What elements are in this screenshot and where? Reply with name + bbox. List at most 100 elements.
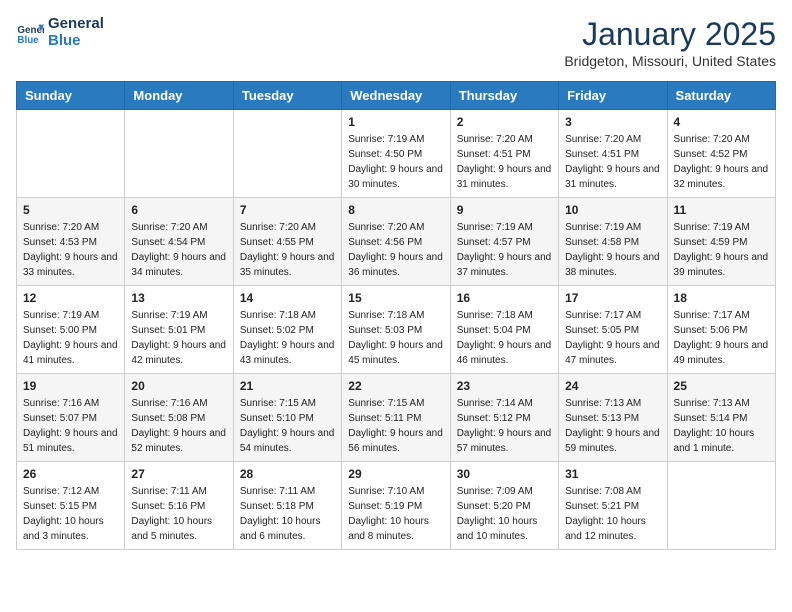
day-number: 14 <box>240 291 335 305</box>
day-number: 15 <box>348 291 443 305</box>
calendar-cell: 25 Sunrise: 7:13 AM Sunset: 5:14 PM Dayli… <box>667 374 775 462</box>
calendar-cell: 4 Sunrise: 7:20 AM Sunset: 4:52 PM Daylig… <box>667 110 775 198</box>
calendar-cell: 6 Sunrise: 7:20 AM Sunset: 4:54 PM Daylig… <box>125 198 233 286</box>
calendar-cell: 19 Sunrise: 7:16 AM Sunset: 5:07 PM Dayli… <box>17 374 125 462</box>
calendar-week-2: 5 Sunrise: 7:20 AM Sunset: 4:53 PM Daylig… <box>17 198 776 286</box>
title-block: January 2025 Bridgeton, Missouri, United… <box>564 16 776 69</box>
day-info: Sunrise: 7:15 AM Sunset: 5:11 PM Dayligh… <box>348 396 443 456</box>
location: Bridgeton, Missouri, United States <box>564 53 776 69</box>
day-info: Sunrise: 7:17 AM Sunset: 5:05 PM Dayligh… <box>565 308 660 368</box>
day-info: Sunrise: 7:16 AM Sunset: 5:07 PM Dayligh… <box>23 396 118 456</box>
day-number: 10 <box>565 203 660 217</box>
day-info: Sunrise: 7:19 AM Sunset: 4:58 PM Dayligh… <box>565 220 660 280</box>
day-number: 8 <box>348 203 443 217</box>
day-number: 17 <box>565 291 660 305</box>
day-number: 3 <box>565 115 660 129</box>
day-number: 1 <box>348 115 443 129</box>
calendar-cell: 17 Sunrise: 7:17 AM Sunset: 5:05 PM Dayli… <box>559 286 667 374</box>
calendar-week-4: 19 Sunrise: 7:16 AM Sunset: 5:07 PM Dayli… <box>17 374 776 462</box>
weekday-header-row: SundayMondayTuesdayWednesdayThursdayFrid… <box>17 82 776 110</box>
day-info: Sunrise: 7:11 AM Sunset: 5:16 PM Dayligh… <box>131 484 226 544</box>
logo-blue: Blue <box>48 33 104 50</box>
calendar-cell: 20 Sunrise: 7:16 AM Sunset: 5:08 PM Dayli… <box>125 374 233 462</box>
calendar-cell: 27 Sunrise: 7:11 AM Sunset: 5:16 PM Dayli… <box>125 462 233 550</box>
calendar-cell: 21 Sunrise: 7:15 AM Sunset: 5:10 PM Dayli… <box>233 374 341 462</box>
weekday-header-wednesday: Wednesday <box>342 82 450 110</box>
day-number: 18 <box>674 291 769 305</box>
day-info: Sunrise: 7:16 AM Sunset: 5:08 PM Dayligh… <box>131 396 226 456</box>
day-number: 25 <box>674 379 769 393</box>
day-number: 23 <box>457 379 552 393</box>
day-info: Sunrise: 7:13 AM Sunset: 5:13 PM Dayligh… <box>565 396 660 456</box>
day-number: 4 <box>674 115 769 129</box>
day-info: Sunrise: 7:19 AM Sunset: 5:00 PM Dayligh… <box>23 308 118 368</box>
day-number: 20 <box>131 379 226 393</box>
calendar-cell <box>17 110 125 198</box>
day-info: Sunrise: 7:20 AM Sunset: 4:53 PM Dayligh… <box>23 220 118 280</box>
calendar-cell: 7 Sunrise: 7:20 AM Sunset: 4:55 PM Daylig… <box>233 198 341 286</box>
logo: General Blue General Blue <box>16 16 104 49</box>
day-info: Sunrise: 7:18 AM Sunset: 5:02 PM Dayligh… <box>240 308 335 368</box>
calendar-cell: 1 Sunrise: 7:19 AM Sunset: 4:50 PM Daylig… <box>342 110 450 198</box>
day-info: Sunrise: 7:20 AM Sunset: 4:54 PM Dayligh… <box>131 220 226 280</box>
calendar-cell: 26Sunrise: 7:12 AM Sunset: 5:15 PM Dayli… <box>17 462 125 550</box>
day-info: Sunrise: 7:19 AM Sunset: 5:01 PM Dayligh… <box>131 308 226 368</box>
day-number: 29 <box>348 467 443 481</box>
day-info: Sunrise: 7:19 AM Sunset: 4:50 PM Dayligh… <box>348 132 443 192</box>
day-info: Sunrise: 7:20 AM Sunset: 4:56 PM Dayligh… <box>348 220 443 280</box>
calendar-week-3: 12 Sunrise: 7:19 AM Sunset: 5:00 PM Dayli… <box>17 286 776 374</box>
weekday-header-monday: Monday <box>125 82 233 110</box>
day-info: Sunrise: 7:20 AM Sunset: 4:52 PM Dayligh… <box>674 132 769 192</box>
day-number: 9 <box>457 203 552 217</box>
day-number: 13 <box>131 291 226 305</box>
calendar-week-1: 1 Sunrise: 7:19 AM Sunset: 4:50 PM Daylig… <box>17 110 776 198</box>
day-number: 5 <box>23 203 118 217</box>
day-info: Sunrise: 7:11 AM Sunset: 5:18 PM Dayligh… <box>240 484 335 544</box>
day-info: Sunrise: 7:12 AM Sunset: 5:15 PM Dayligh… <box>23 484 118 544</box>
calendar-cell: 24Sunrise: 7:13 AM Sunset: 5:13 PM Dayli… <box>559 374 667 462</box>
calendar-week-5: 26Sunrise: 7:12 AM Sunset: 5:15 PM Dayli… <box>17 462 776 550</box>
day-number: 12 <box>23 291 118 305</box>
calendar-cell: 15 Sunrise: 7:18 AM Sunset: 5:03 PM Dayli… <box>342 286 450 374</box>
day-number: 21 <box>240 379 335 393</box>
day-number: 7 <box>240 203 335 217</box>
calendar-cell: 22 Sunrise: 7:15 AM Sunset: 5:11 PM Dayli… <box>342 374 450 462</box>
calendar-cell <box>233 110 341 198</box>
calendar-cell: 14 Sunrise: 7:18 AM Sunset: 5:02 PM Dayli… <box>233 286 341 374</box>
logo-icon: General Blue <box>16 19 44 47</box>
day-info: Sunrise: 7:20 AM Sunset: 4:55 PM Dayligh… <box>240 220 335 280</box>
day-info: Sunrise: 7:13 AM Sunset: 5:14 PM Dayligh… <box>674 396 769 456</box>
calendar-cell: 29Sunrise: 7:10 AM Sunset: 5:19 PM Dayli… <box>342 462 450 550</box>
month-title: January 2025 <box>564 16 776 53</box>
calendar-cell <box>667 462 775 550</box>
calendar-cell: 11 Sunrise: 7:19 AM Sunset: 4:59 PM Dayli… <box>667 198 775 286</box>
weekday-header-friday: Friday <box>559 82 667 110</box>
day-number: 31 <box>565 467 660 481</box>
calendar-cell: 31 Sunrise: 7:08 AM Sunset: 5:21 PM Dayli… <box>559 462 667 550</box>
calendar-cell: 28Sunrise: 7:11 AM Sunset: 5:18 PM Dayli… <box>233 462 341 550</box>
day-info: Sunrise: 7:14 AM Sunset: 5:12 PM Dayligh… <box>457 396 552 456</box>
calendar-cell: 8 Sunrise: 7:20 AM Sunset: 4:56 PM Daylig… <box>342 198 450 286</box>
day-number: 16 <box>457 291 552 305</box>
calendar-cell: 30Sunrise: 7:09 AM Sunset: 5:20 PM Dayli… <box>450 462 558 550</box>
weekday-header-saturday: Saturday <box>667 82 775 110</box>
day-info: Sunrise: 7:08 AM Sunset: 5:21 PM Dayligh… <box>565 484 660 544</box>
calendar-cell: 23 Sunrise: 7:14 AM Sunset: 5:12 PM Dayli… <box>450 374 558 462</box>
page-header: General Blue General Blue January 2025 B… <box>16 16 776 69</box>
day-number: 22 <box>348 379 443 393</box>
day-number: 6 <box>131 203 226 217</box>
weekday-header-thursday: Thursday <box>450 82 558 110</box>
day-info: Sunrise: 7:19 AM Sunset: 4:57 PM Dayligh… <box>457 220 552 280</box>
svg-text:Blue: Blue <box>17 34 39 45</box>
logo-general: General <box>48 16 104 33</box>
day-number: 11 <box>674 203 769 217</box>
calendar-cell: 2Sunrise: 7:20 AM Sunset: 4:51 PM Daylig… <box>450 110 558 198</box>
day-info: Sunrise: 7:17 AM Sunset: 5:06 PM Dayligh… <box>674 308 769 368</box>
day-info: Sunrise: 7:18 AM Sunset: 5:03 PM Dayligh… <box>348 308 443 368</box>
day-number: 27 <box>131 467 226 481</box>
day-number: 19 <box>23 379 118 393</box>
calendar-cell: 9 Sunrise: 7:19 AM Sunset: 4:57 PM Daylig… <box>450 198 558 286</box>
day-info: Sunrise: 7:15 AM Sunset: 5:10 PM Dayligh… <box>240 396 335 456</box>
day-info: Sunrise: 7:20 AM Sunset: 4:51 PM Dayligh… <box>565 132 660 192</box>
day-info: Sunrise: 7:19 AM Sunset: 4:59 PM Dayligh… <box>674 220 769 280</box>
